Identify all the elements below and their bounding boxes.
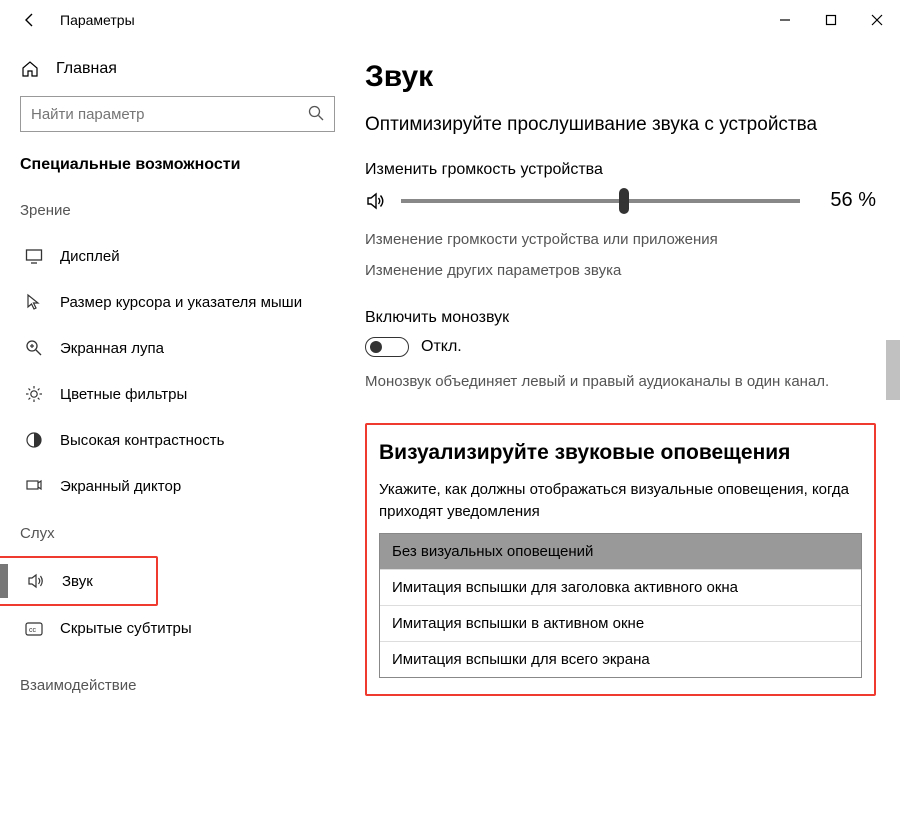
svg-text:cc: cc (29, 627, 37, 634)
group-label-interaction: Взаимодействие (20, 677, 335, 694)
mono-description: Монозвук объединяет левый и правый аудио… (365, 371, 845, 394)
home-label: Главная (56, 60, 117, 78)
other-sound-link[interactable]: Изменение других параметров звука (365, 262, 876, 279)
captions-icon: cc (24, 622, 44, 636)
search-input[interactable] (20, 96, 335, 132)
group-label-vision: Зрение (20, 202, 335, 219)
sidebar-item-cursor[interactable]: Размер курсора и указателя мыши (20, 279, 335, 325)
toggle-knob (370, 341, 382, 353)
visual-alert-option[interactable]: Без визуальных оповещений (380, 534, 861, 569)
scrollbar-thumb[interactable] (886, 340, 900, 400)
sound-highlight-box: Звук (0, 556, 158, 606)
mono-toggle[interactable] (365, 337, 409, 357)
home-icon (20, 60, 40, 78)
search-icon (307, 104, 325, 122)
visual-alert-option[interactable]: Имитация вспышки в активном окне (380, 605, 861, 641)
back-button[interactable] (16, 6, 44, 34)
sidebar-item-label: Высокая контрастность (60, 432, 224, 449)
narrator-icon (24, 477, 44, 495)
sidebar-item-label: Экранная лупа (60, 340, 164, 357)
volume-value: 56 % (814, 189, 876, 212)
content-area: Звук Оптимизируйте прослушивание звука с… (355, 40, 900, 834)
group-label-hearing: Слух (20, 525, 335, 542)
selected-indicator (0, 564, 8, 598)
change-app-volume-link[interactable]: Изменение громкости устройства или прило… (365, 231, 876, 248)
sidebar-item-color-filters[interactable]: Цветные фильтры (20, 371, 335, 417)
slider-thumb[interactable] (619, 188, 629, 214)
sidebar-item-narrator[interactable]: Экранный диктор (20, 463, 335, 509)
slider-track (401, 199, 800, 203)
sidebar-item-sound[interactable]: Звук (0, 564, 152, 598)
visual-alerts-highlight-box: Визуализируйте звуковые оповещения Укажи… (365, 423, 876, 696)
display-icon (24, 247, 44, 265)
close-button[interactable] (854, 4, 900, 36)
content-scrollbar[interactable] (886, 40, 900, 834)
sidebar-item-label: Размер курсора и указателя мыши (60, 294, 302, 311)
visual-alert-option[interactable]: Имитация вспышки для заголовка активного… (380, 569, 861, 605)
minimize-button[interactable] (762, 4, 808, 36)
cursor-icon (24, 293, 44, 311)
contrast-icon (24, 431, 44, 449)
titlebar: Параметры (0, 0, 900, 40)
window-controls (762, 4, 900, 36)
sidebar-item-label: Дисплей (60, 248, 120, 265)
visual-alerts-sub: Укажите, как должны отображаться визуаль… (379, 479, 862, 523)
sidebar-item-high-contrast[interactable]: Высокая контрастность (20, 417, 335, 463)
page-title: Звук (365, 60, 876, 94)
sidebar-item-label: Скрытые субтитры (60, 620, 192, 637)
mono-label: Включить монозвук (365, 309, 876, 327)
home-link[interactable]: Главная (20, 60, 335, 78)
visual-alerts-listbox[interactable]: Без визуальных оповещений Имитация вспыш… (379, 533, 862, 678)
search-box[interactable] (20, 96, 335, 132)
sidebar-item-display[interactable]: Дисплей (20, 233, 335, 279)
sidebar: Главная Специальные возможности Зрение Д… (0, 40, 355, 834)
volume-slider[interactable] (401, 189, 800, 213)
brightness-icon (24, 385, 44, 403)
sidebar-item-captions[interactable]: cc Скрытые субтитры (20, 606, 335, 651)
maximize-button[interactable] (808, 4, 854, 36)
page-lead: Оптимизируйте прослушивание звука с устр… (365, 112, 876, 139)
sidebar-section-title: Специальные возможности (20, 156, 335, 174)
sidebar-item-label: Цветные фильтры (60, 386, 187, 403)
volume-label: Изменить громкость устройства (365, 161, 876, 179)
window-title: Параметры (60, 12, 762, 28)
visual-alert-option[interactable]: Имитация вспышки для всего экрана (380, 641, 861, 677)
mono-state: Откл. (421, 338, 462, 356)
sidebar-item-label: Экранный диктор (60, 478, 181, 495)
mono-toggle-row: Откл. (365, 337, 876, 357)
visual-alerts-heading: Визуализируйте звуковые оповещения (379, 441, 862, 465)
volume-row: 56 % (365, 189, 876, 213)
sound-icon (26, 572, 46, 590)
speaker-icon (365, 190, 387, 212)
magnifier-icon (24, 339, 44, 357)
sidebar-item-label: Звук (62, 573, 93, 590)
sidebar-item-magnifier[interactable]: Экранная лупа (20, 325, 335, 371)
